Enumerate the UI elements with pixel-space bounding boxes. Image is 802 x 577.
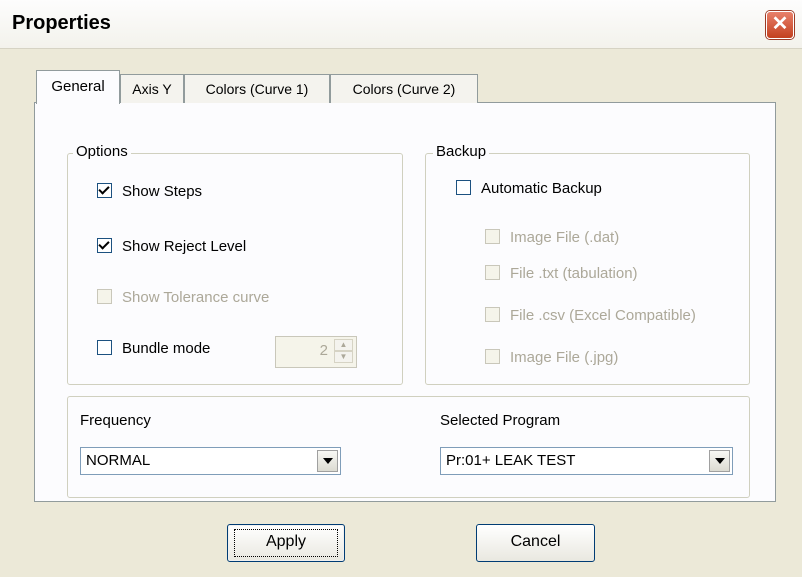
focus-indicator	[234, 529, 338, 557]
file-csv-checkbox: File .csv (Excel Compatible)	[485, 306, 696, 324]
automatic-backup-checkbox[interactable]: Automatic Backup	[456, 179, 602, 197]
image-file-jpg-label: Image File (.jpg)	[510, 349, 619, 366]
file-txt-check-icon	[485, 264, 500, 280]
bundle-mode-label: Bundle mode	[122, 340, 211, 357]
selected-program-select[interactable]: Pr:01+ LEAK TEST	[440, 447, 733, 475]
show-tolerance-curve-checkbox: Show Tolerance curve	[97, 288, 270, 306]
cancel-label: Cancel	[510, 533, 561, 550]
show-tolerance-curve-check-icon	[97, 288, 112, 304]
frequency-label: Frequency	[80, 412, 151, 429]
show-tolerance-curve-label: Show Tolerance curve	[122, 289, 270, 306]
image-file-dat-label: Image File (.dat)	[510, 229, 620, 246]
frequency-value: NORMAL	[86, 452, 151, 469]
window-title: Properties	[12, 12, 111, 34]
show-reject-level-checkbox[interactable]: Show Reject Level	[97, 237, 247, 255]
image-file-dat-checkbox: Image File (.dat)	[485, 228, 620, 246]
file-txt-label: File .txt (tabulation)	[510, 265, 638, 282]
bundle-mode-check-icon[interactable]	[97, 339, 112, 355]
bundle-count-spinner: 2 ▲ ▼	[275, 336, 357, 368]
chevron-down-icon[interactable]	[317, 450, 338, 472]
file-txt-checkbox: File .txt (tabulation)	[485, 264, 638, 282]
show-reject-level-check-icon[interactable]	[97, 237, 112, 253]
spin-down-icon: ▼	[334, 351, 353, 363]
tab-colors-curve-1[interactable]: Colors (Curve 1)	[184, 74, 330, 103]
file-csv-check-icon	[485, 306, 500, 322]
close-icon: ✕	[771, 13, 789, 35]
selected-program-label: Selected Program	[440, 412, 561, 429]
show-steps-check-icon[interactable]	[97, 182, 112, 198]
image-file-jpg-checkbox: Image File (.jpg)	[485, 348, 619, 366]
options-legend: Options	[73, 143, 131, 160]
spinner-buttons: ▲ ▼	[334, 339, 353, 363]
bundle-mode-checkbox[interactable]: Bundle mode	[97, 339, 211, 357]
image-file-dat-check-icon	[485, 228, 500, 244]
tab-colors-curve-2[interactable]: Colors (Curve 2)	[330, 74, 478, 103]
bundle-count-value: 2	[319, 342, 328, 359]
spin-up-icon: ▲	[334, 339, 353, 351]
automatic-backup-label: Automatic Backup	[481, 180, 602, 197]
chevron-down-icon[interactable]	[709, 450, 730, 472]
title-bar	[0, 0, 802, 49]
show-steps-checkbox[interactable]: Show Steps	[97, 182, 203, 200]
selected-program-value: Pr:01+ LEAK TEST	[446, 452, 576, 469]
frequency-select[interactable]: NORMAL	[80, 447, 341, 475]
backup-legend: Backup	[433, 143, 490, 160]
automatic-backup-check-icon[interactable]	[456, 179, 471, 195]
show-reject-level-label: Show Reject Level	[122, 238, 247, 255]
apply-button[interactable]: Apply	[227, 524, 345, 562]
cancel-button[interactable]: Cancel	[476, 524, 595, 562]
file-csv-label: File .csv (Excel Compatible)	[510, 307, 696, 324]
image-file-jpg-check-icon	[485, 348, 500, 364]
tab-general[interactable]: General	[36, 70, 120, 104]
show-steps-label: Show Steps	[122, 183, 203, 200]
tab-axis-y[interactable]: Axis Y	[120, 74, 184, 103]
close-button[interactable]: ✕	[766, 11, 794, 39]
